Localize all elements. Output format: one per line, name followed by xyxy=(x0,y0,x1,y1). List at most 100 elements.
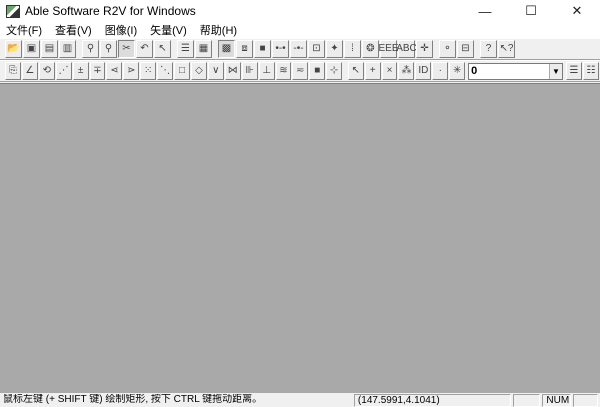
small-dot-button[interactable]: · xyxy=(432,62,449,80)
x-icon: × xyxy=(386,65,393,76)
node-button[interactable]: -•- xyxy=(290,40,307,58)
spark-button[interactable]: ✳ xyxy=(449,62,466,80)
dots-button[interactable]: ⁙ xyxy=(140,62,157,80)
lasso-button[interactable]: ⟲ xyxy=(38,62,55,80)
join-icon: ⋖ xyxy=(110,65,119,76)
whats-this-icon: ↖? xyxy=(499,43,514,54)
layer-list-button[interactable]: ☰ xyxy=(566,62,582,80)
chevron-down-icon[interactable]: ▼ xyxy=(549,63,562,79)
diagonal-button[interactable]: ⋱ xyxy=(157,62,174,80)
smooth-icon: ≂ xyxy=(296,65,305,76)
close-button[interactable]: ✕ xyxy=(554,0,600,22)
spark-icon: ✳ xyxy=(452,65,462,76)
abc-button[interactable]: ABC xyxy=(396,40,417,58)
save-image-button[interactable]: ▤ xyxy=(41,40,58,58)
status-bar: 鼠标左键 (+ SHIFT 键) 绘制矩形, 按下 CTRL 键拖动距离。 (1… xyxy=(0,393,600,407)
id-assign-icon: ID xyxy=(418,65,429,76)
lasso-icon: ⟲ xyxy=(42,65,51,76)
status-num: NUM xyxy=(542,393,571,407)
layer-props-button[interactable]: ☷ xyxy=(582,62,599,80)
diagonal-icon: ⋱ xyxy=(160,65,171,76)
plus-button[interactable]: + xyxy=(364,62,381,80)
save-icon: ▣ xyxy=(26,43,37,54)
area-fill-icon: ■ xyxy=(314,65,321,76)
id-assign-button[interactable]: ID xyxy=(415,62,432,80)
grid-icon: ▦ xyxy=(198,43,209,54)
split-button[interactable]: ⋈ xyxy=(224,62,241,80)
frame-button[interactable]: ⧈ xyxy=(236,40,253,58)
cross-icon: ✛ xyxy=(420,43,429,54)
vectorize-icon: ✂ xyxy=(122,43,131,54)
elevation-button[interactable]: ⊥ xyxy=(258,62,275,80)
open-button[interactable]: 📂 xyxy=(5,40,22,58)
title-bar: Able Software R2V for Windows — ☐ ✕ xyxy=(0,0,600,22)
layer-props-icon: ☷ xyxy=(586,65,596,76)
zoom-in-button[interactable]: ⚲ xyxy=(82,40,99,58)
contour-lines-icon: ≋ xyxy=(279,65,288,76)
angle-button[interactable]: ∨ xyxy=(207,62,224,80)
pick-button[interactable]: ↖ xyxy=(347,62,364,80)
undo-button[interactable]: ↶ xyxy=(136,40,153,58)
line-node-button[interactable]: •-• xyxy=(272,40,289,58)
dash-line-button[interactable]: ⋰ xyxy=(55,62,72,80)
contour-lines-button[interactable]: ≋ xyxy=(275,62,292,80)
draw-line-button[interactable]: ∠ xyxy=(21,62,38,80)
scatter-button[interactable]: ⁂ xyxy=(398,62,415,80)
point-button[interactable]: ✦ xyxy=(326,40,343,58)
select-icon: ↖ xyxy=(158,43,167,54)
area-fill-button[interactable]: ■ xyxy=(309,62,326,80)
cross-button[interactable]: ✛ xyxy=(416,40,433,58)
layer-select[interactable]: 0 ▼ xyxy=(468,62,563,80)
select-button[interactable]: ↖ xyxy=(154,40,171,58)
help-button[interactable]: ? xyxy=(480,40,497,58)
menu-vector[interactable]: 矢量(V) xyxy=(144,22,194,38)
vertical-node-button[interactable]: ⁞ xyxy=(344,40,361,58)
drawing-canvas[interactable] xyxy=(0,83,600,393)
delete-node-button[interactable]: ∓ xyxy=(89,62,106,80)
zoom-out-button[interactable]: ⚲ xyxy=(100,40,117,58)
center-icon: ⊹ xyxy=(329,65,339,76)
save-image-icon: ▤ xyxy=(44,43,55,54)
grid-button[interactable]: ▦ xyxy=(195,40,212,58)
angle-icon: ∨ xyxy=(212,65,220,76)
pick-icon: ↖ xyxy=(351,65,360,76)
node-tag-button[interactable]: ⊡ xyxy=(308,40,325,58)
status-pane xyxy=(513,393,541,407)
line-node-icon: •-• xyxy=(275,43,286,54)
show-image-button[interactable]: ▩ xyxy=(218,40,235,58)
x-button[interactable]: × xyxy=(381,62,398,80)
extend-button[interactable]: ⋗ xyxy=(123,62,140,80)
plus-icon: + xyxy=(369,65,376,76)
rotate-rect-button[interactable]: ◇ xyxy=(190,62,207,80)
vectorize-button[interactable]: ✂ xyxy=(118,40,135,58)
status-pane-2 xyxy=(572,393,599,407)
add-node-button[interactable]: ± xyxy=(72,62,89,80)
select-node-button[interactable]: ⚬ xyxy=(439,40,456,58)
center-button[interactable]: ⊹ xyxy=(326,62,343,80)
join-button[interactable]: ⋖ xyxy=(106,62,123,80)
app-icon xyxy=(6,4,20,18)
menu-view[interactable]: 查看(V) xyxy=(49,22,99,38)
maximize-button[interactable]: ☐ xyxy=(508,0,554,22)
small-dot-icon: · xyxy=(438,65,442,76)
polygon-button[interactable]: ❂ xyxy=(362,40,379,58)
menu-bar: 文件(F) 查看(V) 图像(I) 矢量(V) 帮助(H) xyxy=(0,22,600,38)
select-node-icon: ⚬ xyxy=(443,43,452,54)
show-image-icon: ▩ xyxy=(221,43,232,54)
menu-help[interactable]: 帮助(H) xyxy=(194,22,244,38)
save-vector-button[interactable]: ▥ xyxy=(59,40,76,58)
edit-button[interactable]: ⎘ xyxy=(5,62,21,80)
rectangle-button[interactable]: □ xyxy=(174,62,190,80)
menu-image[interactable]: 图像(I) xyxy=(99,22,144,38)
scatter-icon: ⁂ xyxy=(401,65,412,76)
menu-file[interactable]: 文件(F) xyxy=(0,22,49,38)
minimize-button[interactable]: — xyxy=(462,0,508,22)
select-box-button[interactable]: ⊟ xyxy=(457,40,474,58)
smooth-button[interactable]: ≂ xyxy=(292,62,309,80)
text-button[interactable]: EEE xyxy=(379,40,399,58)
fill-button[interactable]: ■ xyxy=(254,40,271,58)
contour-button[interactable]: ☰ xyxy=(177,40,194,58)
save-button[interactable]: ▣ xyxy=(23,40,40,58)
whats-this-button[interactable]: ↖? xyxy=(498,40,515,58)
id-button[interactable]: ⊪ xyxy=(241,62,258,80)
